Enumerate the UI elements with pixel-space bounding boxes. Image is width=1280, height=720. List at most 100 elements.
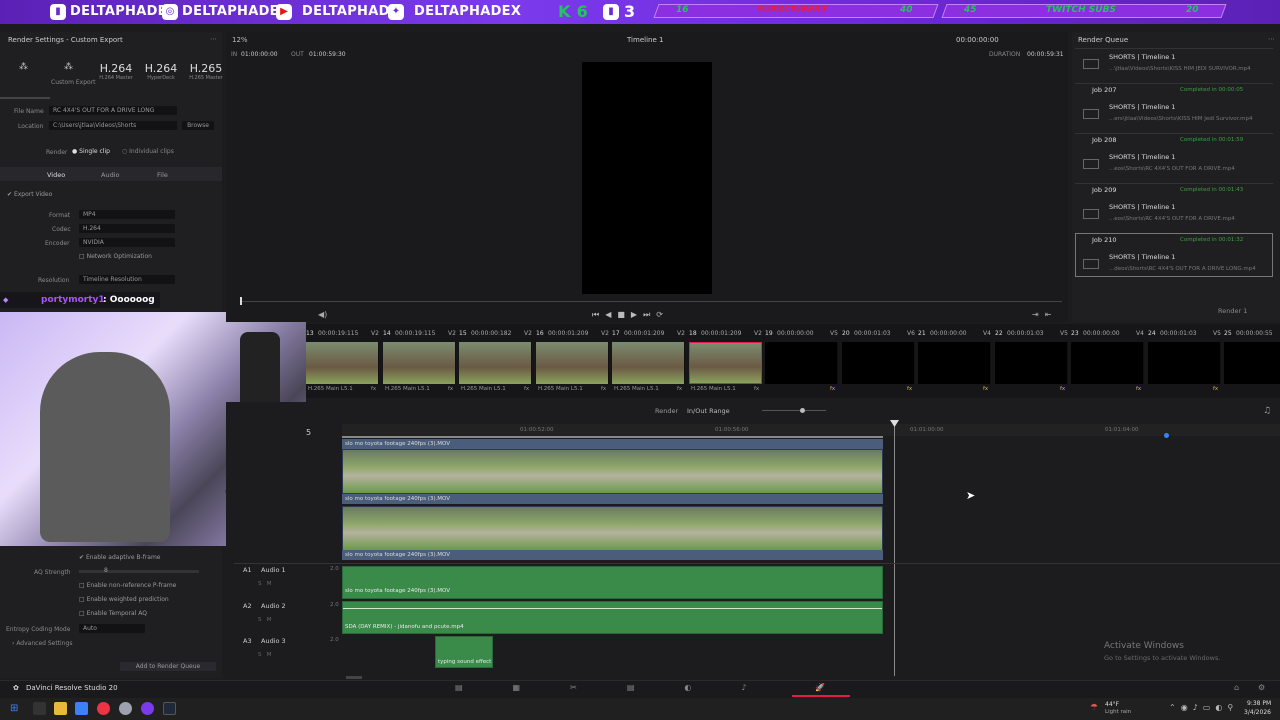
clip-track: V2 <box>524 330 532 337</box>
viewer-timeline-select[interactable]: Timeline 1 <box>627 36 663 44</box>
clip-fx-icon[interactable]: fx <box>448 386 453 392</box>
timeline-ruler[interactable] <box>342 424 1280 436</box>
weather-icon: ☂ <box>1090 703 1099 713</box>
clip-thumbnail[interactable] <box>1148 342 1221 384</box>
clip-thumbnail[interactable] <box>306 342 379 384</box>
advanced-settings-toggle[interactable]: › Advanced Settings <box>12 640 72 647</box>
audio-clip-a1[interactable]: slo mo toyota footage 240fps (3).MOV <box>342 566 883 599</box>
audio-meter-icon[interactable]: ♫ <box>1263 406 1271 416</box>
temporal-aq-checkbox[interactable]: □ Enable Temporal AQ <box>79 610 147 617</box>
resolution-select[interactable]: Timeline Resolution <box>79 275 175 284</box>
video-clip-v1[interactable] <box>342 506 883 551</box>
resolve-taskbar-icon[interactable] <box>163 702 176 715</box>
clip-thumbnail[interactable] <box>459 342 532 384</box>
viewer-zoom[interactable]: 12% <box>232 36 248 44</box>
single-clip-radio[interactable]: ● Single clip <box>72 148 110 155</box>
file-name-input[interactable]: RC 4X4'S OUT FOR A DRIVE LONG <box>49 106 177 115</box>
app-name: DaVinci Resolve Studio 20 <box>26 684 118 692</box>
timeline-zoom-slider[interactable] <box>762 410 826 411</box>
solo-mute-buttons[interactable]: S M <box>258 652 271 658</box>
clip-fx-icon[interactable]: fx <box>524 386 529 392</box>
clip-thumbnail[interactable] <box>612 342 685 384</box>
custom-preset-icon[interactable]: ⁂ <box>19 62 28 72</box>
clip-fx-icon[interactable]: fx <box>983 386 988 392</box>
file-explorer-icon[interactable] <box>54 702 67 715</box>
deliver-page-icon[interactable]: 🚀 <box>815 683 825 692</box>
weighted-prediction-checkbox[interactable]: □ Enable weighted prediction <box>79 596 169 603</box>
volume-icon[interactable]: ◀) <box>318 310 327 319</box>
custom-export-icon[interactable]: ⁂ <box>64 62 73 72</box>
windows-start-icon[interactable]: ⊞ <box>10 703 18 714</box>
tray-icons[interactable]: ⌃◉♪▭◐⚲ <box>1169 703 1238 712</box>
encoder-select[interactable]: NVIDIA <box>79 238 175 247</box>
video-clip-v2[interactable] <box>342 449 883 494</box>
app-icon[interactable] <box>119 702 132 715</box>
tab-audio[interactable]: Audio <box>101 171 119 179</box>
clip-fx-icon[interactable]: fx <box>677 386 682 392</box>
transport-controls[interactable]: ⏮◀■▶⏭⟳ <box>592 310 669 320</box>
discord-icon[interactable] <box>141 702 154 715</box>
page-icons[interactable]: ▤▦✂▤◐♪ <box>455 683 796 692</box>
clip-fx-icon[interactable]: fx <box>907 386 912 392</box>
clip-thumbnail[interactable] <box>842 342 915 384</box>
timeline-zoom-handle[interactable] <box>800 408 805 413</box>
location-input[interactable]: C:\Users\jtlaa\Videos\Shorts <box>49 121 177 130</box>
solo-mute-buttons[interactable]: S M <box>258 617 271 623</box>
clock-time[interactable]: 9:38 PM <box>1247 700 1271 707</box>
render-range-select[interactable]: In/Out Range <box>687 407 730 415</box>
clip-fx-icon[interactable]: fx <box>830 386 835 392</box>
timeline-hscroll[interactable] <box>346 676 362 679</box>
clip-thumbnail[interactable] <box>383 342 456 384</box>
preset-h264-master[interactable]: H.264 H.264 Master <box>96 62 136 81</box>
clip-thumbnail[interactable] <box>1071 342 1144 384</box>
audio-clip-a2[interactable]: SDA (DAY REMIX) - jidanofu and pcute.mp4 <box>342 601 883 634</box>
queue-more-icon[interactable]: ⋯ <box>1268 35 1275 43</box>
format-select[interactable]: MP4 <box>79 210 175 219</box>
aq-strength-slider[interactable] <box>79 570 199 573</box>
tab-video[interactable]: Video <box>47 171 65 179</box>
clip-fx-icon[interactable]: fx <box>754 386 759 392</box>
clip-thumbnail[interactable] <box>765 342 838 384</box>
clip-fx-icon[interactable]: fx <box>371 386 376 392</box>
clip-fx-icon[interactable]: fx <box>1213 386 1218 392</box>
codec-select[interactable]: H.264 <box>79 224 175 233</box>
individual-clips-radio[interactable]: ○ Individual clips <box>122 148 174 155</box>
entropy-select[interactable]: Auto <box>79 624 145 633</box>
clip-thumbnail[interactable] <box>689 342 762 384</box>
preset-h265-master[interactable]: H.265 H.265 Master <box>186 62 226 81</box>
marker-icon[interactable] <box>1164 433 1169 438</box>
clip-thumbnail[interactable] <box>1224 342 1280 384</box>
weather-temp[interactable]: 44°F <box>1105 701 1119 708</box>
clip-thumbnail[interactable] <box>918 342 991 384</box>
clip-fx-icon[interactable]: fx <box>1060 386 1065 392</box>
jump-controls[interactable]: ⇥⇤ <box>1032 310 1057 319</box>
adaptive-bframe-checkbox[interactable]: ✔ Enable adaptive B-frame <box>79 554 161 561</box>
clock-date[interactable]: 3/4/2026 <box>1244 709 1271 716</box>
preset-hyperdeck[interactable]: H.264 HyperDeck <box>141 62 181 81</box>
more-options-icon[interactable]: ⋯ <box>210 35 217 43</box>
timeline-playhead[interactable] <box>894 424 895 676</box>
render-button[interactable]: Render 1 <box>1218 307 1247 315</box>
vscode-icon[interactable] <box>75 702 88 715</box>
nonref-pframe-checkbox[interactable]: □ Enable non-reference P-frame <box>79 582 176 589</box>
network-optimization-checkbox[interactable]: □ Network Optimization <box>79 253 152 260</box>
export-video-checkbox[interactable]: ✔ Export Video <box>7 191 52 198</box>
search-icon[interactable] <box>33 702 46 715</box>
clip-fx-icon[interactable]: fx <box>1136 386 1141 392</box>
clip-thumbnail[interactable] <box>995 342 1068 384</box>
solo-mute-buttons[interactable]: S M <box>258 581 271 587</box>
home-icon[interactable]: ⌂ <box>1234 683 1239 692</box>
audio-clip-a3[interactable]: typing sound effect ... <box>435 636 493 668</box>
tab-file[interactable]: File <box>157 171 168 179</box>
clip-thumbnail[interactable] <box>536 342 609 384</box>
clip-fx-icon[interactable]: fx <box>601 386 606 392</box>
preset-custom-export[interactable]: Custom Export <box>51 79 96 86</box>
scrubber-bar[interactable] <box>240 301 1062 302</box>
add-to-render-queue-button[interactable]: Add to Render Queue <box>120 662 216 671</box>
scrubber-playhead[interactable] <box>240 297 242 305</box>
weather-desc[interactable]: Light rain <box>1105 709 1131 715</box>
preset-scrollbar[interactable] <box>0 97 50 99</box>
settings-gear-icon[interactable]: ⚙ <box>1258 683 1265 692</box>
chrome-icon[interactable] <box>97 702 110 715</box>
browse-button[interactable]: Browse <box>182 121 214 130</box>
